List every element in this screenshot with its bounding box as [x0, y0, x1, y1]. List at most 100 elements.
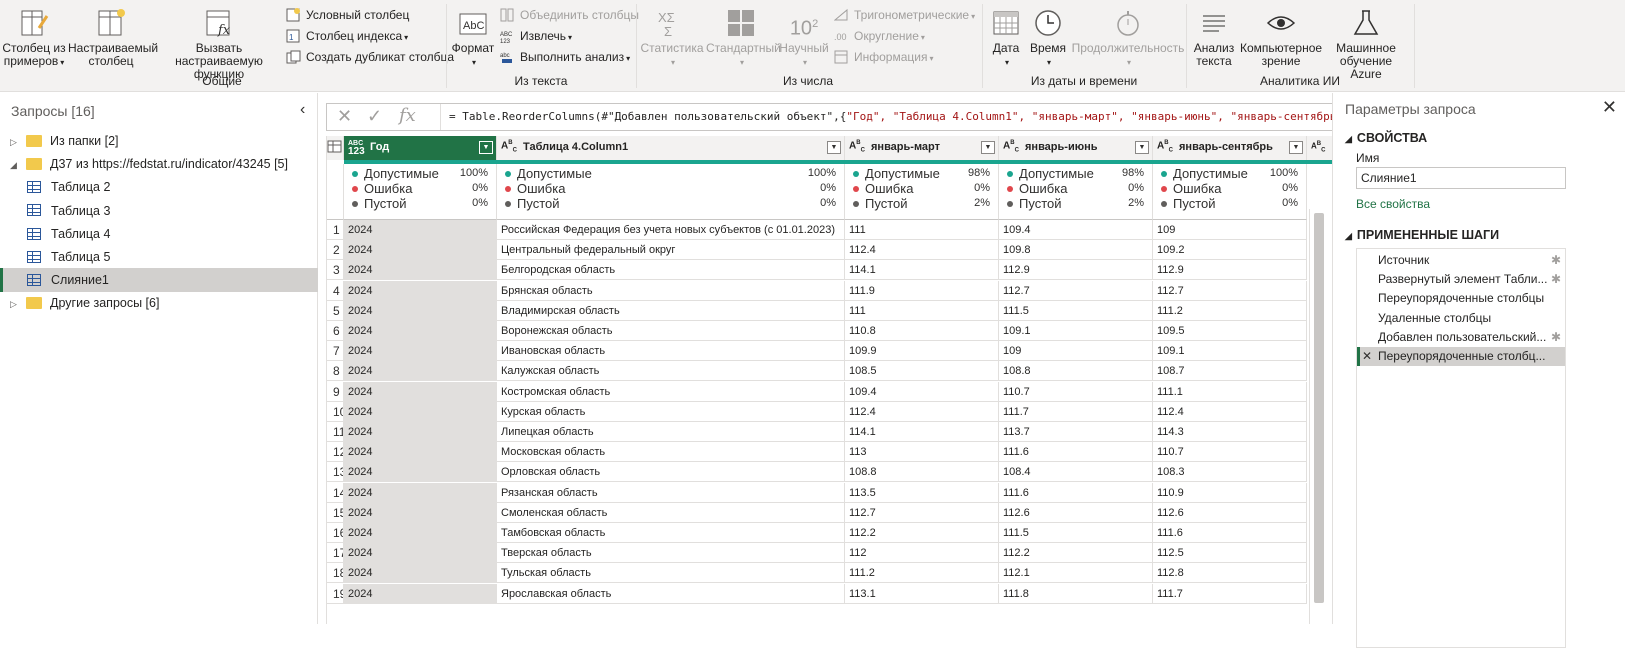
table-cell[interactable]: 109.2 — [1153, 240, 1307, 261]
table-cell[interactable]: 114.1 — [845, 422, 999, 442]
table-menu-icon[interactable] — [327, 136, 344, 160]
table-cell[interactable]: 110.7 — [1153, 442, 1307, 463]
column-header[interactable]: ABC январь-сентябрь ▼ — [1153, 136, 1307, 160]
applied-step[interactable]: ✕ Переупорядоченные столбц... — [1357, 347, 1565, 366]
table-cell[interactable]: 113.1 — [845, 583, 999, 604]
azure-ml-button[interactable]: Машинное обучение Azure — [1324, 2, 1408, 81]
vertical-scrollbar[interactable] — [1309, 209, 1327, 624]
table-cell[interactable]: 110.9 — [1153, 482, 1307, 503]
table-cell[interactable]: 109.1 — [1153, 341, 1307, 362]
collapse-pane-icon[interactable]: ‹ — [300, 101, 305, 119]
formula-input[interactable]: = Table.ReorderColumns(#"Добавлен пользо… — [449, 110, 1349, 123]
merge-columns-button[interactable]: Объединить столбцы — [498, 5, 639, 25]
table-cell[interactable]: 109.5 — [1153, 321, 1307, 341]
table-cell[interactable]: Воронежская область — [497, 321, 845, 341]
column-from-examples-button[interactable]: Столбец из примеров ▾ — [2, 2, 66, 69]
table-cell[interactable]: 2024 — [344, 321, 497, 341]
filter-dropdown-icon[interactable]: ▼ — [1289, 141, 1303, 154]
table-cell[interactable]: Липецкая область — [497, 422, 845, 442]
table-cell[interactable]: 113.5 — [845, 482, 999, 503]
table-cell[interactable]: 114.1 — [845, 260, 999, 281]
table-cell[interactable]: Ивановская область — [497, 341, 845, 362]
applied-step[interactable]: Удаленные столбцы — [1357, 309, 1565, 328]
table-cell[interactable]: Московская область — [497, 442, 845, 463]
table-cell[interactable]: 2024 — [344, 462, 497, 483]
table-cell[interactable]: 111.5 — [999, 523, 1153, 543]
table-cell[interactable]: Брянская область — [497, 280, 845, 301]
table-cell[interactable]: 109.9 — [845, 341, 999, 362]
table-cell[interactable]: Тульская область — [497, 563, 845, 584]
table-cell[interactable]: 113.7 — [999, 422, 1153, 442]
table-cell[interactable]: 108.8 — [999, 361, 1153, 382]
filter-dropdown-icon[interactable]: ▼ — [981, 141, 995, 154]
table-cell[interactable]: 111 — [845, 300, 999, 321]
column-header[interactable]: ABC январь-июнь ▼ — [999, 136, 1153, 160]
query-item[interactable]: Слияние1 — [0, 268, 318, 293]
table-cell[interactable]: 2024 — [344, 442, 497, 463]
standard-button[interactable]: Стандартный ▾ — [706, 2, 781, 69]
type-icon[interactable]: ABC — [501, 139, 519, 154]
table-cell[interactable]: 2024 — [344, 260, 497, 281]
gear-icon[interactable]: ✱ — [1551, 328, 1561, 347]
table-cell[interactable]: 112.9 — [1153, 260, 1307, 281]
table-cell[interactable]: 2024 — [344, 300, 497, 321]
applied-step[interactable]: Добавлен пользовательский... ✱ — [1357, 328, 1565, 347]
table-cell[interactable]: 2024 — [344, 422, 497, 442]
table-cell[interactable]: 108.7 — [1153, 361, 1307, 382]
table-cell[interactable]: 108.5 — [845, 361, 999, 382]
table-cell[interactable]: 112.7 — [1153, 280, 1307, 301]
statistics-button[interactable]: XΣ Σ Статистика ▾ — [640, 2, 704, 69]
query-name-input[interactable]: Слияние1 — [1356, 167, 1566, 189]
close-icon[interactable]: ✕ — [1602, 97, 1617, 118]
type-icon[interactable]: ABC — [849, 139, 867, 154]
vision-button[interactable]: Компьютерное зрение — [1240, 2, 1322, 68]
query-folder[interactable]: ◢ Д37 из https://fedstat.ru/indicator/432… — [0, 152, 318, 176]
table-cell[interactable]: 112.7 — [999, 280, 1153, 301]
table-cell[interactable]: 112.7 — [845, 502, 999, 523]
table-cell[interactable]: 111.9 — [845, 280, 999, 301]
table-cell[interactable]: 114.3 — [1153, 422, 1307, 442]
query-folder[interactable]: ▷ Другие запросы [6] — [0, 291, 318, 315]
table-cell[interactable]: 112.4 — [1153, 401, 1307, 422]
table-cell[interactable]: Тамбовская область — [497, 523, 845, 543]
table-cell[interactable]: 111.8 — [999, 583, 1153, 604]
column-header[interactable]: ABC 123 Год ▼ — [344, 136, 497, 160]
table-cell[interactable]: 2024 — [344, 341, 497, 362]
table-cell[interactable]: 112.2 — [999, 543, 1153, 564]
type-icon[interactable]: ABC — [1003, 139, 1021, 154]
table-cell[interactable]: Белгородская область — [497, 260, 845, 281]
table-cell[interactable]: 2024 — [344, 220, 497, 240]
table-cell[interactable]: 109.4 — [845, 381, 999, 402]
information-button[interactable]: Информация ▾ — [832, 47, 934, 67]
table-cell[interactable]: 111.6 — [1153, 523, 1307, 543]
filter-dropdown-icon[interactable]: ▼ — [827, 141, 841, 154]
table-cell[interactable]: 2024 — [344, 563, 497, 584]
table-cell[interactable]: Рязанская область — [497, 482, 845, 503]
gear-icon[interactable]: ✱ — [1551, 270, 1561, 289]
index-column-button[interactable]: 1 Столбец индекса ▾ — [284, 26, 408, 46]
table-cell[interactable]: Тверская область — [497, 543, 845, 564]
parse-button[interactable]: abc Выполнить анализ ▾ — [498, 47, 630, 67]
expand-triangle-icon[interactable]: ◢ — [10, 153, 20, 177]
time-button[interactable]: Время ▾ — [1028, 2, 1068, 69]
table-cell[interactable]: 2024 — [344, 401, 497, 422]
table-cell[interactable]: 112.6 — [999, 502, 1153, 523]
applied-step[interactable]: Развернутый элемент Табли... ✱ — [1357, 270, 1565, 289]
table-cell[interactable]: 112.8 — [1153, 563, 1307, 584]
duration-button[interactable]: Продолжительность ▾ — [1070, 2, 1186, 69]
table-cell[interactable]: 109.4 — [999, 220, 1153, 240]
filter-dropdown-icon[interactable]: ▼ — [1135, 141, 1149, 154]
applied-step[interactable]: Переупорядоченные столбцы — [1357, 289, 1565, 308]
duplicate-column-button[interactable]: Создать дубликат столбца — [284, 47, 454, 67]
table-cell[interactable]: 111.7 — [999, 401, 1153, 422]
table-cell[interactable]: 2024 — [344, 482, 497, 503]
filter-dropdown-icon[interactable]: ▼ — [479, 141, 493, 154]
table-cell[interactable]: 108.3 — [1153, 462, 1307, 483]
table-cell[interactable]: Курская область — [497, 401, 845, 422]
column-header[interactable]: ABC Таблица 4.Column1 ▼ — [497, 136, 845, 160]
table-cell[interactable]: 112.1 — [999, 563, 1153, 584]
table-cell[interactable]: 112 — [845, 543, 999, 564]
applied-steps-section[interactable]: ◢ ПРИМЕНЕННЫЕ ШАГИ — [1345, 228, 1499, 242]
table-cell[interactable]: 111.7 — [1153, 583, 1307, 604]
commit-icon[interactable]: ✓ — [367, 106, 382, 127]
